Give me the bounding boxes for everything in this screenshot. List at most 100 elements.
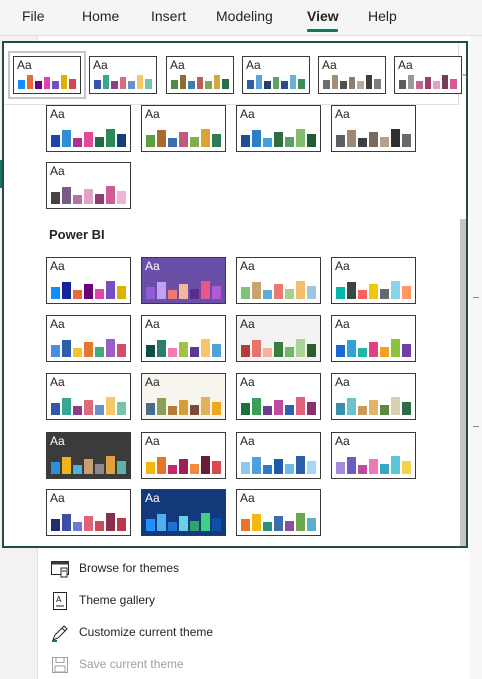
save-current-theme-item[interactable]: Save current theme bbox=[50, 651, 410, 679]
theme-tile[interactable]: Aa bbox=[318, 56, 386, 94]
theme-color-swatch bbox=[331, 75, 339, 89]
theme-tile[interactable]: Aa bbox=[141, 373, 226, 420]
theme-color-swatches bbox=[323, 72, 382, 89]
theme-color-swatch bbox=[391, 339, 400, 357]
theme-color-swatch bbox=[402, 344, 411, 357]
theme-color-swatch bbox=[289, 74, 297, 89]
theme-gallery-item[interactable]: A Theme gallery bbox=[50, 587, 410, 615]
theme-color-swatch bbox=[241, 345, 250, 357]
theme-tile[interactable]: Aa bbox=[141, 489, 226, 536]
theme-color-swatch bbox=[179, 342, 188, 357]
theme-color-swatch bbox=[95, 346, 104, 357]
theme-color-swatch bbox=[241, 462, 250, 474]
save-current-theme-label: Save current theme bbox=[79, 657, 184, 671]
theme-tile[interactable]: Aa bbox=[236, 432, 321, 479]
theme-color-swatch bbox=[402, 402, 411, 415]
theme-color-swatches bbox=[146, 510, 221, 531]
theme-tile[interactable]: Aa bbox=[8, 51, 86, 99]
theme-color-swatch bbox=[391, 456, 400, 474]
theme-glyph: Aa bbox=[240, 259, 255, 273]
theme-tile[interactable]: Aa bbox=[46, 257, 131, 304]
theme-color-swatches bbox=[51, 510, 126, 531]
theme-color-swatch bbox=[241, 403, 250, 415]
theme-color-swatch bbox=[51, 192, 60, 204]
theme-tile[interactable]: Aa bbox=[242, 56, 310, 94]
menu-file[interactable]: File bbox=[22, 8, 45, 24]
menu-insert[interactable]: Insert bbox=[151, 8, 186, 24]
menu-modeling[interactable]: Modeling bbox=[216, 8, 273, 24]
theme-color-swatch bbox=[222, 78, 230, 89]
theme-color-swatches bbox=[51, 336, 126, 357]
theme-color-swatch bbox=[274, 342, 283, 357]
theme-color-swatches bbox=[336, 126, 411, 147]
theme-tile[interactable]: Aa bbox=[46, 315, 131, 362]
svg-text:A: A bbox=[56, 595, 62, 604]
theme-tile[interactable]: Aa bbox=[331, 315, 416, 362]
browse-for-themes-item[interactable]: Browse for themes bbox=[50, 555, 410, 583]
theme-tile[interactable]: Aa bbox=[141, 105, 226, 152]
theme-tile[interactable]: Aa bbox=[236, 373, 321, 420]
theme-color-swatch bbox=[365, 74, 373, 89]
theme-color-swatch bbox=[348, 77, 356, 89]
themes-actions-menu: Browse for themes A Theme gallery Custom… bbox=[38, 551, 470, 679]
theme-tile[interactable]: Aa bbox=[46, 105, 131, 152]
theme-color-swatch bbox=[179, 284, 188, 299]
theme-color-swatch bbox=[212, 344, 221, 357]
theme-tile[interactable]: Aa bbox=[46, 489, 131, 536]
theme-color-swatch bbox=[26, 75, 34, 89]
menu-view[interactable]: View bbox=[307, 8, 339, 24]
theme-tile[interactable]: Aa bbox=[236, 489, 321, 536]
theme-tile[interactable]: Aa bbox=[331, 257, 416, 304]
customize-current-theme-item[interactable]: Customize current theme bbox=[50, 619, 410, 647]
theme-tile[interactable]: Aa bbox=[89, 56, 157, 94]
theme-tile[interactable]: Aa bbox=[166, 56, 234, 94]
theme-glyph: Aa bbox=[240, 434, 255, 448]
theme-tile[interactable]: Aa bbox=[236, 105, 321, 152]
theme-tile[interactable]: Aa bbox=[394, 56, 462, 94]
theme-color-swatch bbox=[179, 75, 187, 89]
theme-color-swatches bbox=[171, 72, 230, 89]
theme-tile[interactable]: Aa bbox=[331, 432, 416, 479]
theme-color-swatch bbox=[73, 289, 82, 299]
theme-glyph: Aa bbox=[170, 58, 185, 72]
theme-color-swatch bbox=[168, 289, 177, 299]
theme-tile[interactable]: Aa bbox=[236, 257, 321, 304]
theme-tile[interactable]: Aa bbox=[331, 373, 416, 420]
theme-tile[interactable]: Aa bbox=[46, 162, 131, 209]
gallery-scrollbar[interactable] bbox=[460, 219, 466, 546]
theme-tile[interactable]: Aa bbox=[46, 373, 131, 420]
theme-color-swatches bbox=[241, 278, 316, 299]
menu-home[interactable]: Home bbox=[82, 8, 119, 24]
theme-tile[interactable]: Aa bbox=[141, 432, 226, 479]
theme-color-swatch bbox=[157, 457, 166, 474]
theme-color-swatch bbox=[128, 80, 135, 89]
active-tab-underline bbox=[307, 29, 338, 32]
theme-tile[interactable]: Aa bbox=[236, 315, 321, 362]
theme-color-swatch bbox=[117, 402, 126, 415]
theme-color-swatch bbox=[190, 520, 199, 531]
theme-color-swatch bbox=[84, 132, 93, 147]
theme-color-swatch bbox=[201, 513, 210, 531]
theme-color-swatch bbox=[263, 464, 272, 474]
theme-color-swatch bbox=[106, 281, 115, 299]
theme-color-swatch bbox=[358, 137, 367, 147]
theme-tile[interactable]: Aa bbox=[331, 105, 416, 152]
menu-help[interactable]: Help bbox=[368, 8, 397, 24]
theme-color-swatch bbox=[307, 344, 316, 357]
theme-tile[interactable]: Aa bbox=[141, 257, 226, 304]
theme-color-swatch bbox=[62, 282, 71, 299]
theme-color-swatch bbox=[402, 134, 411, 147]
ribbon-menubar: File Home Insert Modeling View Help bbox=[0, 0, 482, 36]
theme-color-swatches bbox=[146, 394, 221, 415]
theme-glyph: Aa bbox=[145, 375, 160, 389]
theme-color-swatch bbox=[52, 80, 59, 89]
theme-color-swatch bbox=[241, 287, 250, 299]
theme-color-swatch bbox=[73, 405, 82, 415]
theme-tile[interactable]: Aa bbox=[141, 315, 226, 362]
theme-color-swatches bbox=[247, 72, 306, 89]
theme-color-swatch bbox=[168, 347, 177, 357]
theme-color-swatch bbox=[146, 403, 155, 415]
theme-tile[interactable]: Aa bbox=[46, 432, 131, 479]
theme-color-swatch bbox=[84, 189, 93, 204]
theme-color-swatch bbox=[336, 403, 345, 415]
